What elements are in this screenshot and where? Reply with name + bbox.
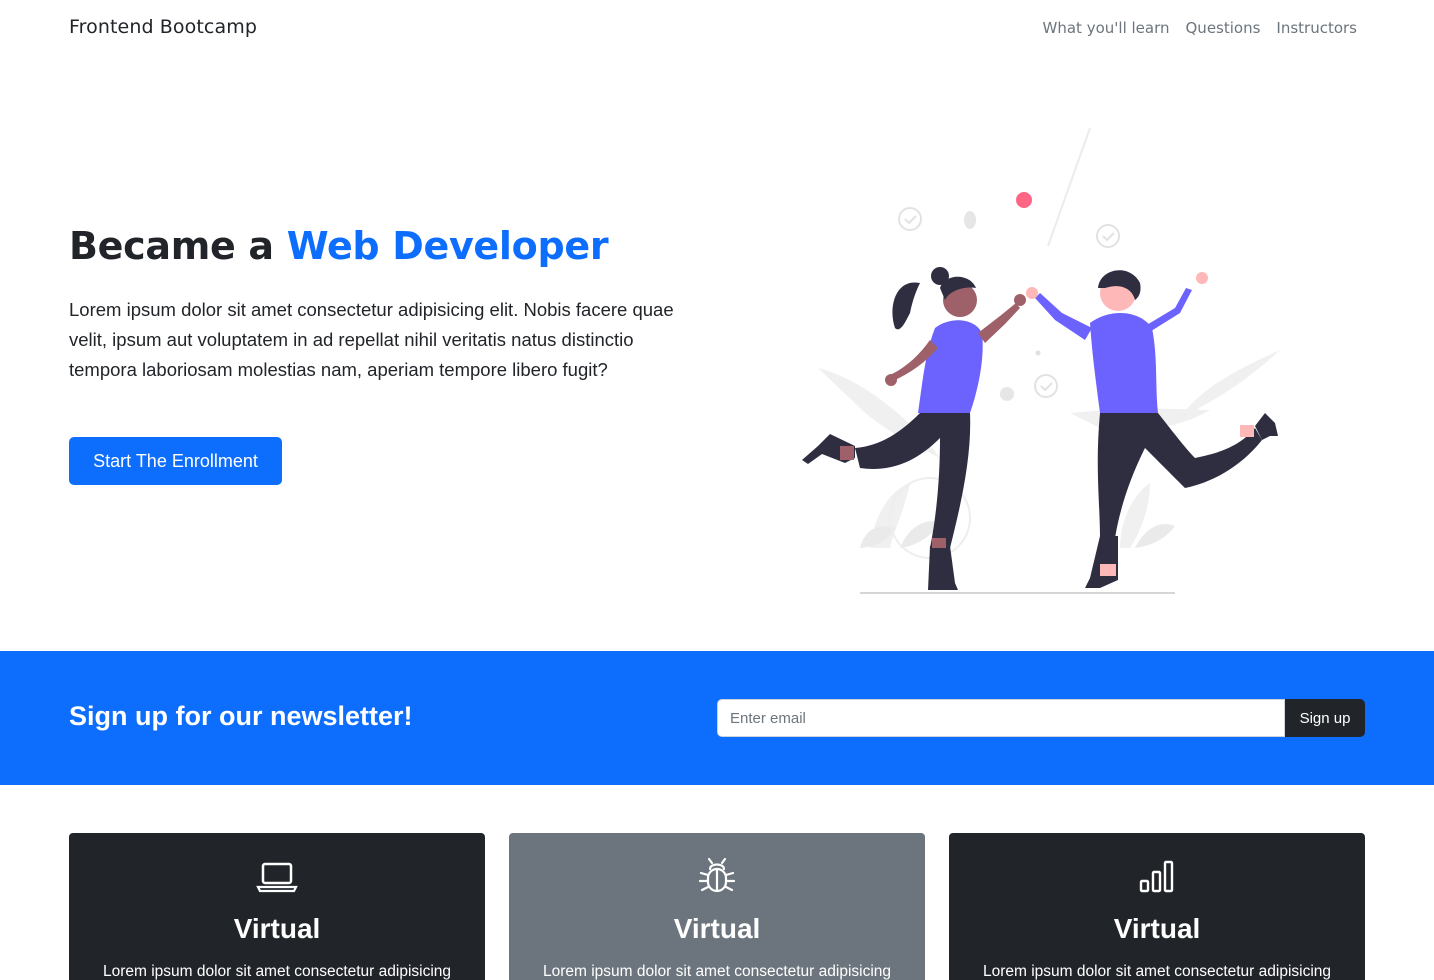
hero-section: Became a Web Developer Lorem ipsum dolor… bbox=[0, 58, 1434, 651]
nav-link-questions[interactable]: Questions bbox=[1186, 19, 1261, 37]
feature-card: Virtual Lorem ipsum dolor sit amet conse… bbox=[949, 833, 1365, 980]
laptop-icon bbox=[256, 862, 298, 893]
feature-card: Virtual Lorem ipsum dolor sit amet conse… bbox=[69, 833, 485, 980]
card-title: Virtual bbox=[673, 913, 761, 944]
hero-description: Lorem ipsum dolor sit amet consectetur a… bbox=[69, 299, 674, 380]
start-enrollment-button[interactable]: Start The Enrollment bbox=[69, 437, 282, 485]
hero-title-accent: Web Developer bbox=[286, 224, 609, 268]
nav-links: What you'll learn Questions Instructors bbox=[1043, 19, 1357, 37]
high-five-illustration bbox=[802, 128, 1280, 594]
bar-chart-icon bbox=[1139, 860, 1174, 893]
bug-icon bbox=[698, 857, 736, 893]
nav-link-what-youll-learn[interactable]: What you'll learn bbox=[1043, 19, 1170, 37]
card-text: Lorem ipsum dolor sit amet consectetur a… bbox=[982, 963, 1332, 980]
email-input[interactable]: Enter email bbox=[717, 699, 1285, 737]
sign-up-button[interactable]: Sign up bbox=[1285, 699, 1365, 737]
card-title: Virtual bbox=[1113, 913, 1201, 944]
feature-card: Virtual Lorem ipsum dolor sit amet conse… bbox=[509, 833, 925, 980]
card-text: Lorem ipsum dolor sit amet consectetur a… bbox=[542, 963, 892, 980]
newsletter-section: Sign up for our newsletter! Enter email … bbox=[0, 651, 1434, 785]
nav-link-instructors[interactable]: Instructors bbox=[1276, 19, 1357, 37]
newsletter-title: Sign up for our newsletter! bbox=[69, 701, 413, 731]
navbar: Frontend Bootcamp What you'll learn Ques… bbox=[0, 0, 1434, 58]
card-text: Lorem ipsum dolor sit amet consectetur a… bbox=[102, 963, 452, 980]
brand-logo[interactable]: Frontend Bootcamp bbox=[69, 16, 257, 38]
card-title: Virtual bbox=[233, 913, 321, 944]
hero-title: Became a Web Developer bbox=[69, 224, 609, 268]
hero-title-prefix: Became a bbox=[69, 224, 287, 268]
